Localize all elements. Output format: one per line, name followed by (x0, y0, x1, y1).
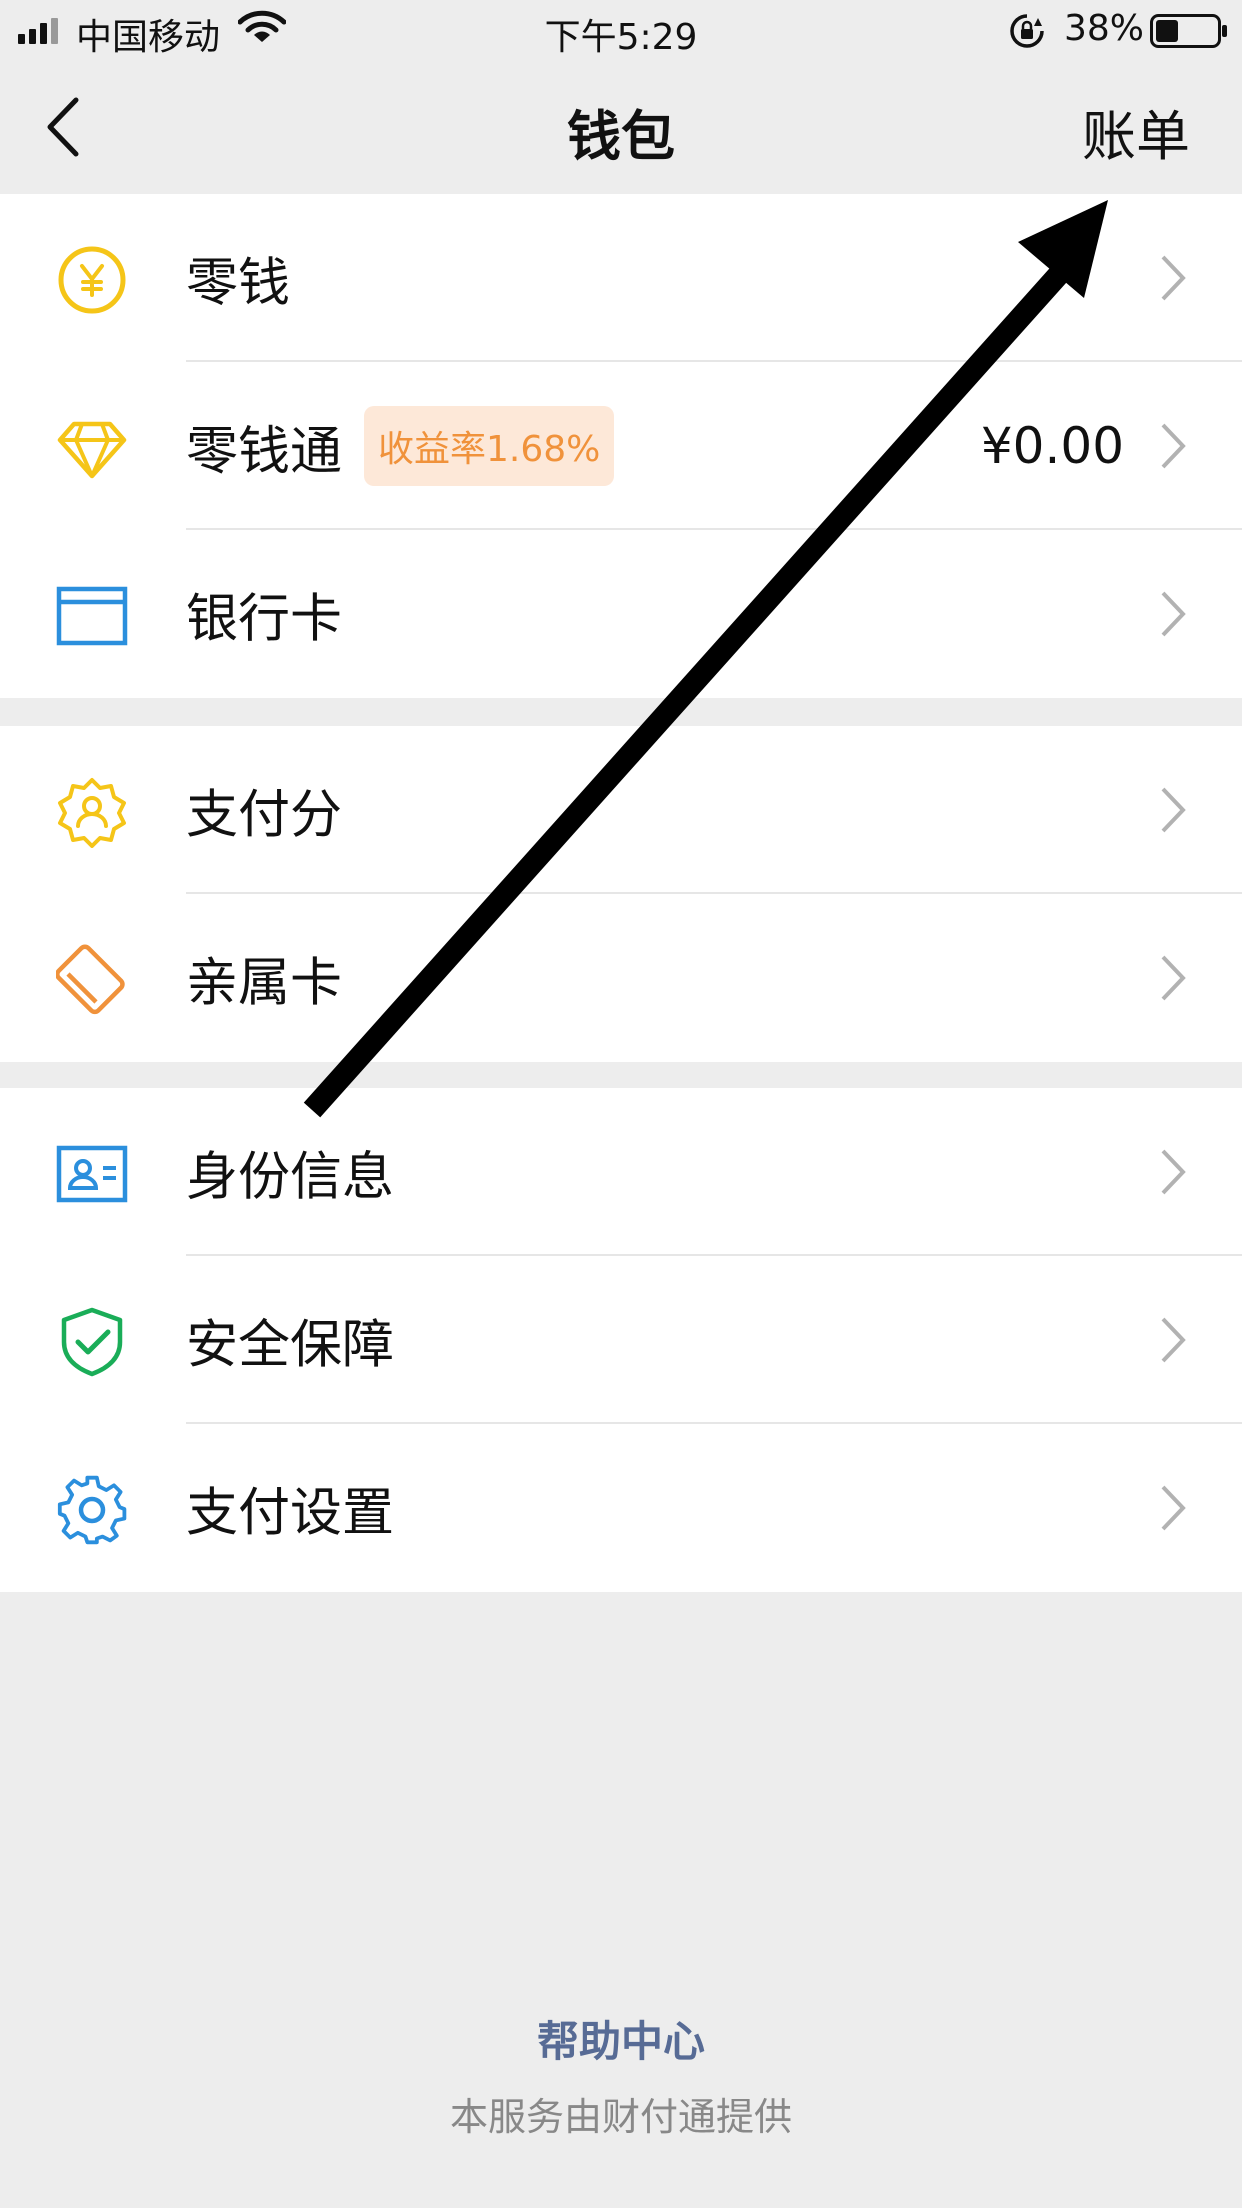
row-label: 零钱通 收益率1.68% (186, 406, 615, 486)
row-label-text: 零钱通 (186, 421, 343, 482)
wallet-group-funds: 零钱 零钱通 收益率1.68% ¥0.00 银行卡 (0, 194, 1242, 698)
row-label: 身份信息 (186, 1147, 395, 1208)
row-label: 支付设置 (186, 1483, 395, 1544)
battery-percent: 38% (1064, 8, 1145, 49)
chevron-right-icon (1161, 787, 1186, 833)
row-bank-card[interactable]: 银行卡 (0, 530, 1242, 698)
chevron-right-icon (1161, 1317, 1186, 1363)
page-title: 钱包 (567, 105, 675, 168)
service-provider-note: 本服务由财付通提供 (449, 2095, 792, 2139)
row-label: 支付分 (186, 785, 343, 846)
row-pay-score[interactable]: 支付分 (0, 726, 1242, 894)
yield-rate-badge: 收益率1.68% (364, 406, 615, 486)
chevron-right-icon (1161, 423, 1186, 469)
yuan-coin-icon (58, 246, 126, 314)
row-change[interactable]: 零钱 (0, 194, 1242, 362)
status-time: 下午5:29 (544, 17, 698, 58)
bill-button[interactable]: 账单 (1082, 92, 1190, 171)
gear-icon (57, 1475, 127, 1545)
row-label: 零钱 (186, 253, 291, 314)
row-security[interactable]: 安全保障 (0, 1256, 1242, 1424)
wallet-group-settings: 身份信息 安全保障 支付设置 (0, 1088, 1242, 1592)
bank-card-icon (56, 586, 128, 646)
chevron-right-icon (1161, 1149, 1186, 1195)
chevron-right-icon (1161, 591, 1186, 637)
row-payment-settings[interactable]: 支付设置 (0, 1424, 1242, 1592)
chevron-right-icon (1161, 955, 1186, 1001)
diamond-icon (57, 421, 127, 479)
balance-value: ¥0.00 (980, 417, 1124, 475)
nav-bar: 钱包 账单 (0, 62, 1242, 194)
shield-check-icon (61, 1307, 123, 1377)
id-card-icon (56, 1145, 128, 1203)
status-bar: 中国移动 下午5:29 38% (0, 0, 1242, 62)
wallet-group-services: 支付分 亲属卡 (0, 726, 1242, 1062)
help-center-link[interactable]: 帮助中心 (0, 2008, 1242, 2069)
chevron-right-icon (1161, 1485, 1186, 1531)
battery-icon (1150, 14, 1227, 48)
row-family-card[interactable]: 亲属卡 (0, 894, 1242, 1062)
row-lingqiantong[interactable]: 零钱通 收益率1.68% ¥0.00 (0, 362, 1242, 530)
row-identity[interactable]: 身份信息 (0, 1088, 1242, 1256)
chevron-right-icon (1161, 255, 1186, 301)
row-label: 安全保障 (186, 1315, 395, 1376)
row-label: 亲属卡 (186, 953, 343, 1014)
family-card-icon (56, 944, 125, 1015)
pay-score-icon (58, 778, 126, 848)
row-label: 银行卡 (186, 589, 343, 650)
rotation-lock-icon (1010, 14, 1044, 48)
